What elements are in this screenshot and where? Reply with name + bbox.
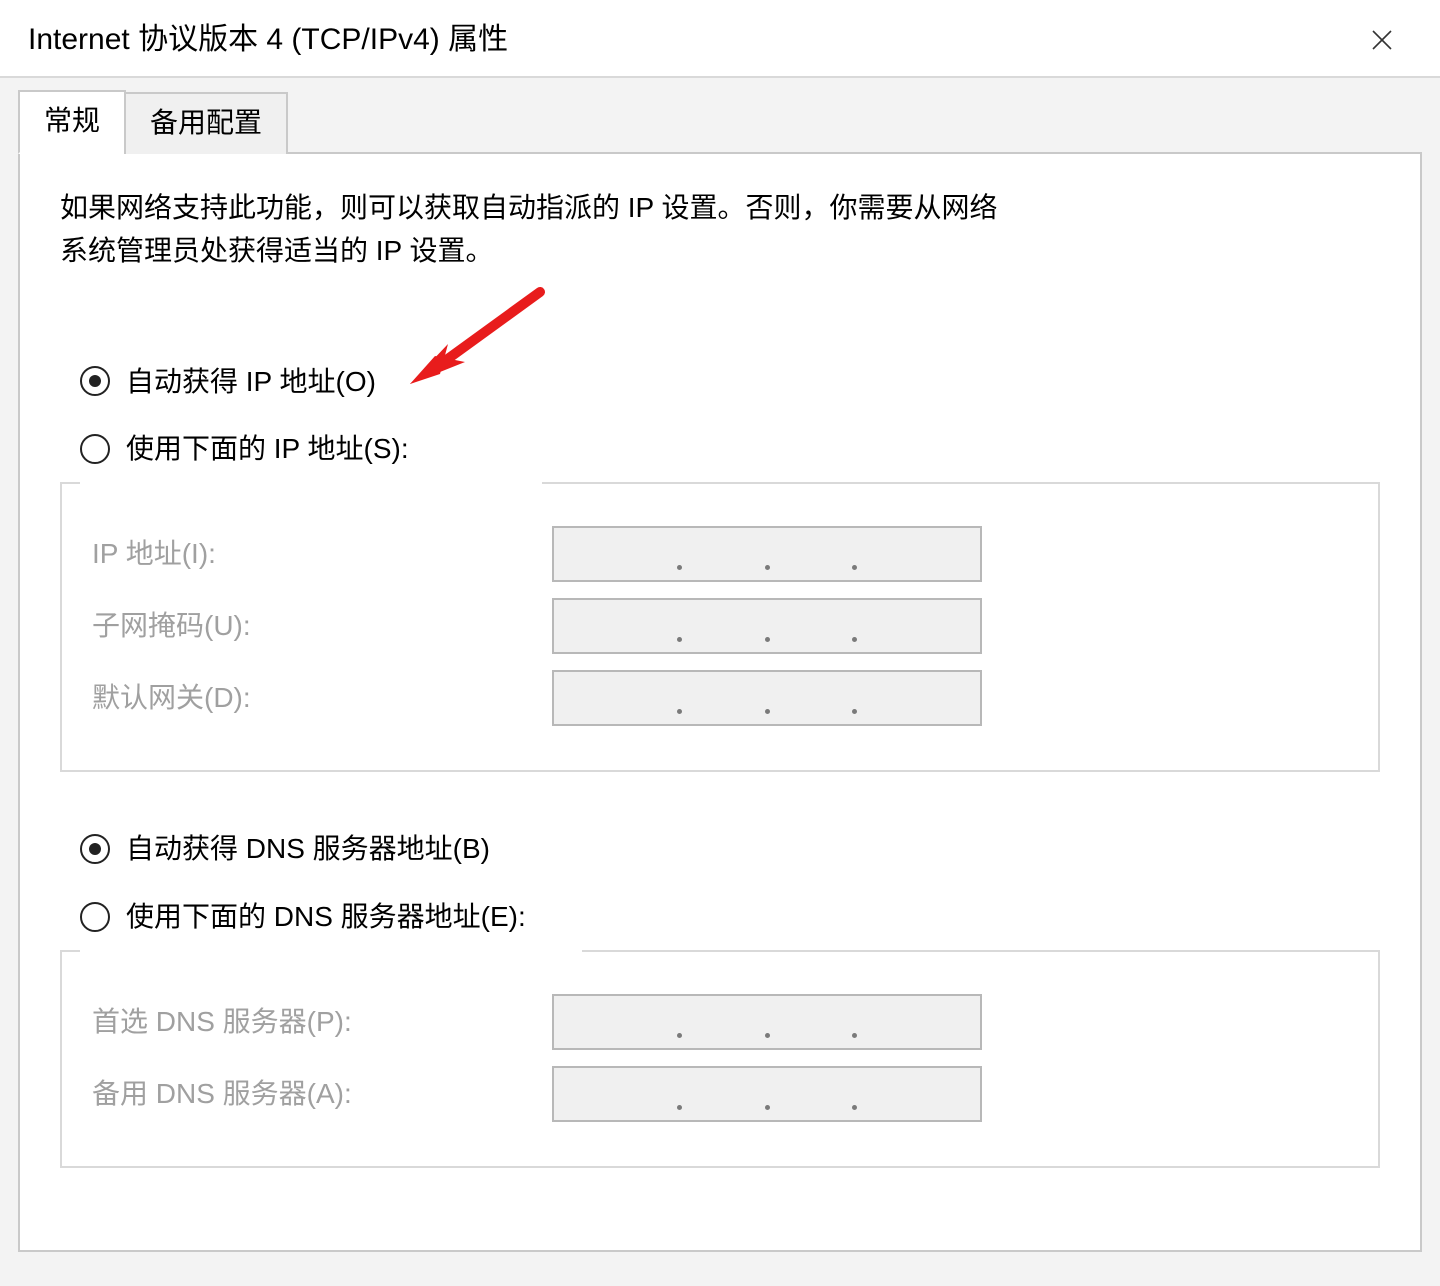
ip-dot-icon [852, 1105, 857, 1110]
ip-fieldset: IP 地址(I): 子网掩码(U): 默认网 [60, 482, 1380, 772]
ip-dot-icon [677, 1033, 682, 1038]
ip-dot-icon [677, 709, 682, 714]
tab-bar: 常规 备用配置 [18, 88, 1422, 152]
subnet-mask-input[interactable] [552, 598, 982, 654]
field-subnet-mask: 子网掩码(U): [92, 598, 1348, 654]
radio-auto-ip-label: 自动获得 IP 地址(O) [126, 363, 376, 401]
ip-dot-icon [852, 565, 857, 570]
ip-dot-icon [765, 565, 770, 570]
close-button[interactable] [1352, 18, 1412, 62]
ip-dot-icon [677, 637, 682, 642]
ip-address-label: IP 地址(I): [92, 535, 552, 573]
ip-settings-group: 自动获得 IP 地址(O) 使用下面的 IP 地址(S): IP 地址(I): … [60, 363, 1380, 773]
ip-dot-icon [765, 1105, 770, 1110]
titlebar: Internet 协议版本 4 (TCP/IPv4) 属性 [0, 0, 1440, 78]
ip-dot-icon [852, 637, 857, 642]
preferred-dns-label: 首选 DNS 服务器(P): [92, 1003, 552, 1041]
radio-icon [80, 834, 110, 864]
radio-manual-dns-label: 使用下面的 DNS 服务器地址(E): [126, 898, 526, 936]
alternate-dns-input[interactable] [552, 1066, 982, 1122]
radio-manual-dns[interactable]: 使用下面的 DNS 服务器地址(E): [80, 898, 1380, 936]
field-alternate-dns: 备用 DNS 服务器(A): [92, 1066, 1348, 1122]
close-icon [1370, 28, 1394, 52]
radio-auto-ip[interactable]: 自动获得 IP 地址(O) [80, 363, 1380, 401]
tab-panel-general: 如果网络支持此功能，则可以获取自动指派的 IP 设置。否则，你需要从网络系统管理… [18, 152, 1422, 1252]
radio-icon [80, 902, 110, 932]
radio-auto-dns[interactable]: 自动获得 DNS 服务器地址(B) [80, 830, 1380, 868]
radio-auto-dns-label: 自动获得 DNS 服务器地址(B) [126, 830, 490, 868]
preferred-dns-input[interactable] [552, 994, 982, 1050]
ip-dot-icon [677, 1105, 682, 1110]
tab-general[interactable]: 常规 [18, 90, 126, 154]
ip-dot-icon [765, 709, 770, 714]
alternate-dns-label: 备用 DNS 服务器(A): [92, 1075, 552, 1113]
ip-dot-icon [852, 709, 857, 714]
radio-icon [80, 434, 110, 464]
ip-dot-icon [765, 1033, 770, 1038]
radio-manual-ip[interactable]: 使用下面的 IP 地址(S): [80, 430, 1380, 468]
dialog-body: 常规 备用配置 如果网络支持此功能，则可以获取自动指派的 IP 设置。否则，你需… [0, 78, 1440, 1270]
radio-manual-ip-label: 使用下面的 IP 地址(S): [126, 430, 409, 468]
ip-address-input[interactable] [552, 526, 982, 582]
ip-dot-icon [677, 565, 682, 570]
default-gateway-input[interactable] [552, 670, 982, 726]
field-ip-address: IP 地址(I): [92, 526, 1348, 582]
subnet-mask-label: 子网掩码(U): [92, 607, 552, 645]
field-preferred-dns: 首选 DNS 服务器(P): [92, 994, 1348, 1050]
tab-general-label: 常规 [44, 105, 100, 136]
tab-alternate[interactable]: 备用配置 [124, 92, 288, 154]
dns-fieldset: 首选 DNS 服务器(P): 备用 DNS 服务器(A): [60, 950, 1380, 1168]
ip-dot-icon [852, 1033, 857, 1038]
window-title: Internet 协议版本 4 (TCP/IPv4) 属性 [28, 20, 508, 61]
ip-dot-icon [765, 637, 770, 642]
radio-icon [80, 366, 110, 396]
intro-text: 如果网络支持此功能，则可以获取自动指派的 IP 设置。否则，你需要从网络系统管理… [60, 186, 1000, 273]
field-default-gateway: 默认网关(D): [92, 670, 1348, 726]
default-gateway-label: 默认网关(D): [92, 679, 552, 717]
dns-settings-group: 自动获得 DNS 服务器地址(B) 使用下面的 DNS 服务器地址(E): 首选… [60, 830, 1380, 1168]
tab-alternate-label: 备用配置 [150, 107, 262, 138]
